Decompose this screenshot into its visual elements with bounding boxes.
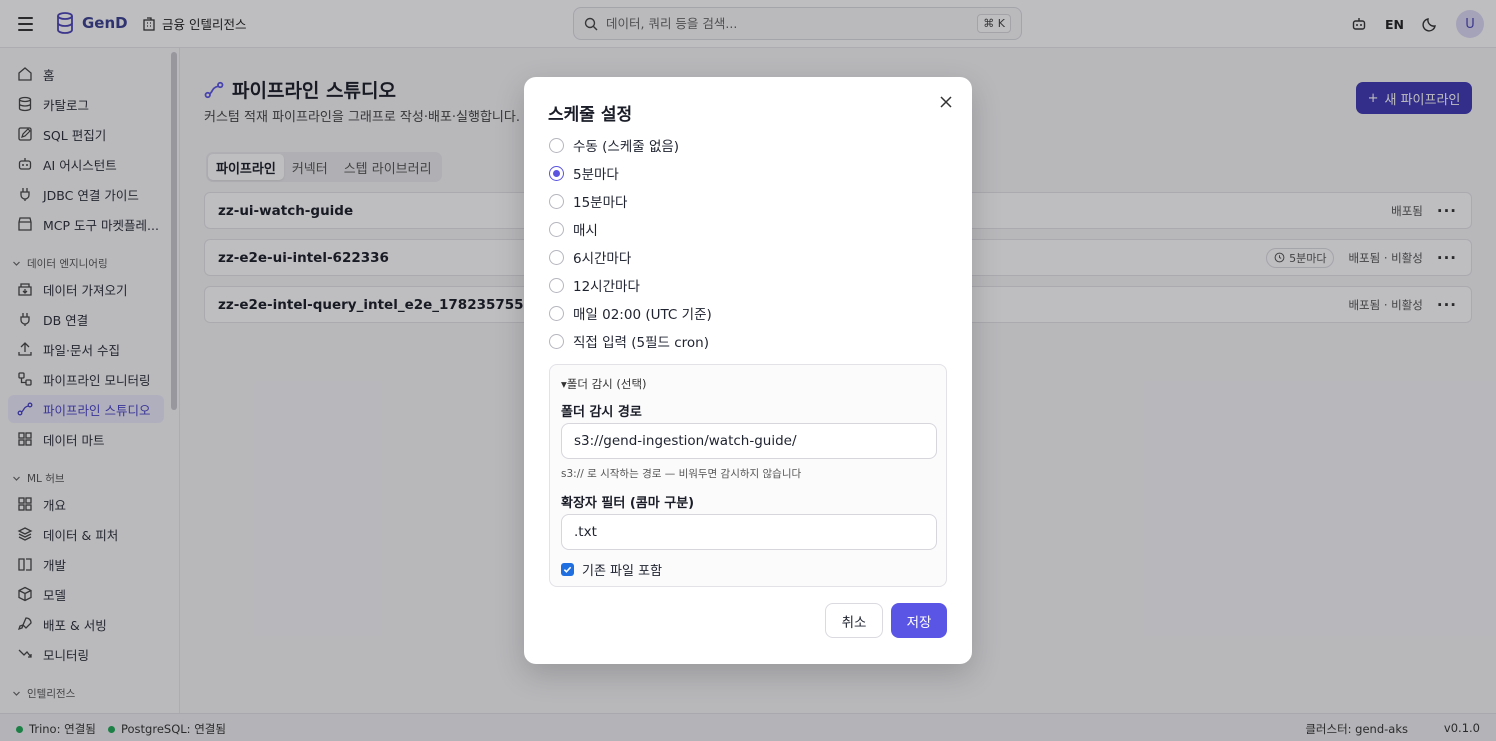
checkbox-checked[interactable] (561, 563, 574, 576)
extension-filter-input[interactable] (561, 514, 937, 550)
folder-path-label: 폴더 감시 경로 (561, 405, 642, 420)
close-icon[interactable] (938, 94, 954, 110)
radio-button[interactable] (549, 333, 564, 349)
schedule-option-manual[interactable]: 수동 (스케줄 없음) (549, 135, 679, 155)
schedule-option-12h[interactable]: 12시간마다 (549, 275, 640, 295)
schedule-option-hourly[interactable]: 매시 (549, 219, 598, 239)
radio-button[interactable] (549, 193, 564, 209)
radio-button[interactable] (549, 137, 564, 153)
folder-path-input[interactable] (561, 423, 937, 459)
schedule-dialog: 스케줄 설정 수동 (스케줄 없음) 5분마다 15분마다 매시 6시간마다 1… (524, 77, 972, 664)
schedule-option-cron[interactable]: 직접 입력 (5필드 cron) (549, 331, 709, 351)
schedule-option-15min[interactable]: 15분마다 (549, 191, 627, 211)
extension-filter-label: 확장자 필터 (콤마 구분) (561, 496, 695, 511)
folder-path-hint: s3:// 로 시작하는 경로 — 비워두면 감시하지 않습니다 (561, 468, 802, 480)
radio-button[interactable] (549, 249, 564, 265)
schedule-option-5min[interactable]: 5분마다 (549, 163, 619, 183)
radio-button-selected[interactable] (549, 165, 564, 181)
radio-button[interactable] (549, 305, 564, 321)
cancel-button[interactable]: 취소 (825, 603, 883, 638)
folder-watch-toggle[interactable]: ▾폴더 감시 (선택) (561, 376, 647, 392)
check-icon (563, 566, 572, 573)
save-button[interactable]: 저장 (891, 603, 947, 638)
radio-button[interactable] (549, 277, 564, 293)
dialog-title: 스케줄 설정 (548, 105, 633, 125)
folder-watch-section: ▾폴더 감시 (선택) 폴더 감시 경로 s3:// 로 시작하는 경로 — 비… (549, 364, 947, 587)
include-existing-checkbox[interactable]: 기존 파일 포함 (561, 560, 662, 579)
radio-button[interactable] (549, 221, 564, 237)
schedule-option-6h[interactable]: 6시간마다 (549, 247, 631, 267)
schedule-option-daily[interactable]: 매일 02:00 (UTC 기준) (549, 303, 712, 323)
